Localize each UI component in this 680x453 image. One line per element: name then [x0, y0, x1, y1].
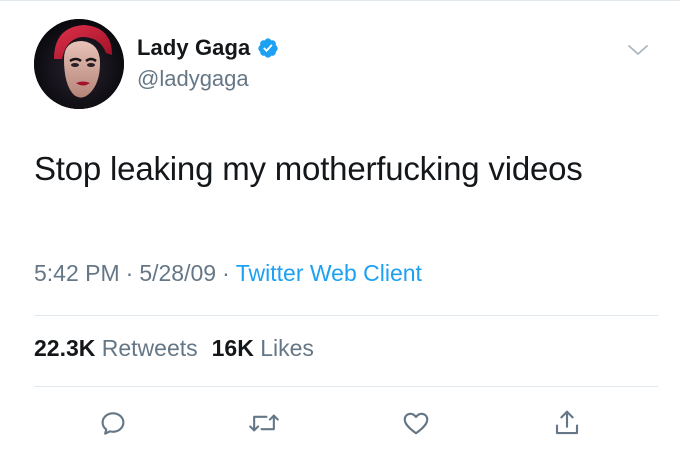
tweet-meta: 5:42 PM · 5/28/09 · Twitter Web Client — [34, 260, 422, 287]
avatar[interactable] — [34, 19, 124, 109]
retweets-stat[interactable]: 22.3K Retweets — [34, 335, 198, 361]
more-options-button[interactable] — [625, 40, 651, 60]
meta-separator: · — [125, 260, 134, 286]
chevron-down-icon — [628, 45, 648, 55]
profile-photo — [34, 19, 124, 109]
divider — [34, 315, 658, 316]
reply-button[interactable] — [93, 403, 133, 443]
tweet-source-link[interactable]: Twitter Web Client — [236, 260, 422, 286]
author-handle[interactable]: @ladygaga — [137, 66, 249, 92]
retweets-count: 22.3K — [34, 335, 96, 361]
likes-stat[interactable]: 16K Likes — [212, 335, 314, 361]
share-button[interactable] — [547, 403, 587, 443]
likes-count: 16K — [211, 335, 254, 361]
retweets-label: Retweets — [101, 335, 198, 361]
tweet-text: Stop leaking my motherfucking videos — [34, 150, 583, 187]
meta-separator: · — [222, 260, 230, 286]
retweet-icon — [249, 414, 279, 432]
top-divider — [0, 0, 680, 1]
tweet-date[interactable]: 5/28/09 — [139, 260, 216, 286]
share-icon — [555, 410, 579, 435]
tweet-time[interactable]: 5:42 PM — [34, 260, 120, 286]
reply-icon — [101, 412, 125, 435]
heart-icon — [403, 412, 429, 435]
tweet-stats: 22.3K Retweets 16K Likes — [34, 335, 314, 362]
author-name-row[interactable]: Lady Gaga — [137, 33, 279, 63]
likes-label: Likes — [260, 335, 314, 361]
verified-badge-icon — [257, 37, 279, 59]
display-name[interactable]: Lady Gaga — [137, 35, 250, 61]
retweet-button[interactable] — [244, 403, 284, 443]
divider — [34, 386, 658, 387]
like-button[interactable] — [396, 403, 436, 443]
